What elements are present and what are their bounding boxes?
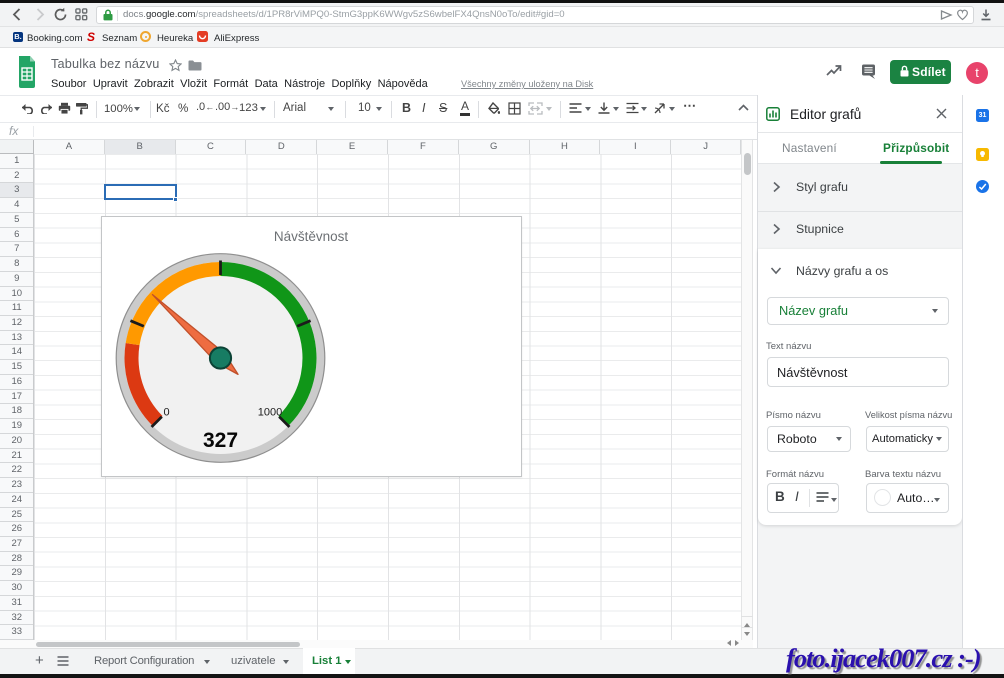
svg-text:327: 327: [203, 429, 238, 452]
svg-text:1000: 1000: [258, 407, 282, 419]
svg-text:0: 0: [163, 407, 169, 419]
